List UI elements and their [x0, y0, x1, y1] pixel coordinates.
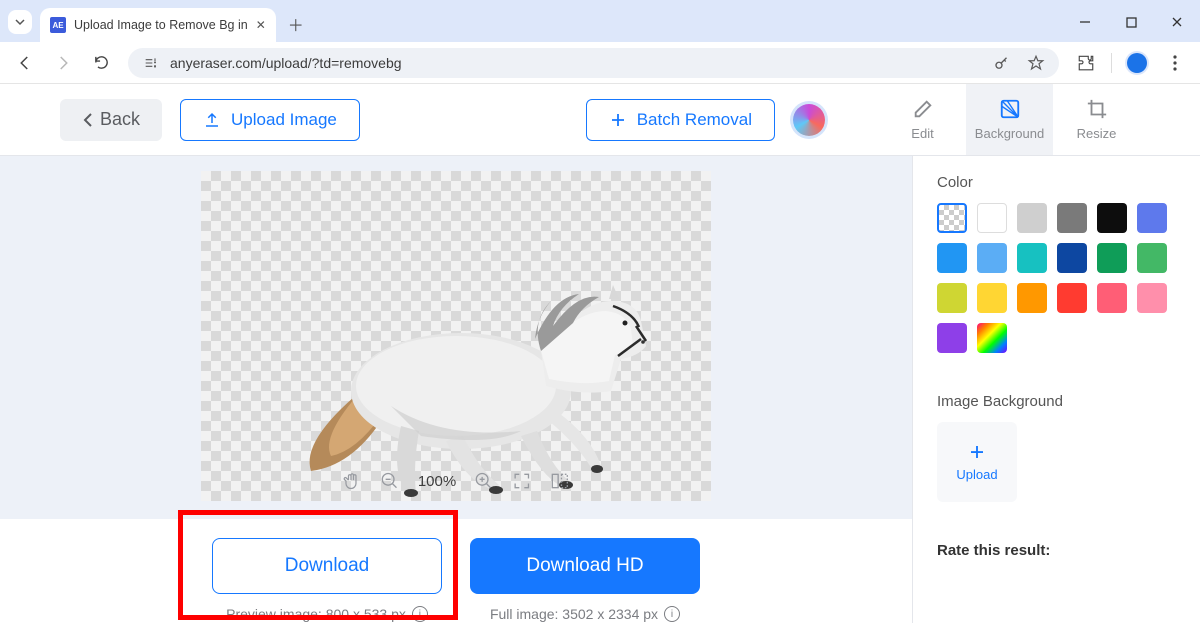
- zoom-out-button[interactable]: [380, 471, 400, 491]
- compare-button[interactable]: [550, 471, 570, 491]
- batch-label: Batch Removal: [637, 110, 752, 130]
- color-swatch[interactable]: [1017, 203, 1047, 233]
- color-swatch[interactable]: [1137, 283, 1167, 313]
- color-swatch[interactable]: [1137, 203, 1167, 233]
- rate-heading: Rate this result:: [937, 542, 1176, 559]
- arrow-right-icon: [54, 54, 72, 72]
- tab-search-button[interactable]: [0, 2, 40, 42]
- zoom-in-button[interactable]: [474, 471, 494, 491]
- canvas-toolbar: 100%: [342, 471, 570, 491]
- arrow-left-icon: [16, 54, 34, 72]
- chrome-menu-button[interactable]: [1158, 46, 1192, 80]
- color-swatch[interactable]: [1097, 203, 1127, 233]
- edit-icon: [912, 98, 934, 120]
- window-close-button[interactable]: [1154, 2, 1200, 42]
- crop-icon: [1086, 98, 1108, 120]
- tool-edit[interactable]: Edit: [879, 84, 966, 155]
- browser-tab-strip: AE Upload Image to Remove Bg in ✕ ＋: [0, 0, 1200, 42]
- download-hd-button[interactable]: Download HD: [470, 538, 700, 594]
- bookmark-icon[interactable]: [1027, 54, 1045, 72]
- color-swatch[interactable]: [1057, 283, 1087, 313]
- favicon: AE: [50, 17, 66, 33]
- chevron-down-icon: [14, 16, 26, 28]
- color-swatch[interactable]: [977, 323, 1007, 353]
- upload-icon: [203, 111, 221, 129]
- color-swatch[interactable]: [937, 243, 967, 273]
- window-maximize-button[interactable]: [1108, 2, 1154, 42]
- separator: [1111, 53, 1112, 73]
- download-bar: Download Preview image: 800 x 533 px i D…: [0, 520, 912, 623]
- nav-forward-button[interactable]: [46, 46, 80, 80]
- reload-icon: [93, 54, 110, 71]
- plus-icon: [968, 443, 986, 461]
- color-swatch[interactable]: [937, 283, 967, 313]
- result-image: [201, 201, 711, 501]
- tool-tabs: Edit Background Resize: [879, 84, 1140, 155]
- upload-label: Upload Image: [231, 110, 337, 130]
- color-swatch[interactable]: [977, 243, 1007, 273]
- reload-button[interactable]: [84, 46, 118, 80]
- batch-removal-button[interactable]: Batch Removal: [586, 99, 775, 141]
- full-dimensions: Full image: 3502 x 2334 px i: [490, 606, 680, 622]
- sidebar: Color Image Background Upload Rate this …: [912, 156, 1200, 623]
- back-label: Back: [100, 109, 140, 130]
- kebab-icon: [1173, 55, 1177, 71]
- extensions-button[interactable]: [1069, 46, 1103, 80]
- key-icon[interactable]: [993, 54, 1011, 72]
- color-swatch[interactable]: [1057, 203, 1087, 233]
- close-tab-icon[interactable]: ✕: [256, 18, 266, 32]
- color-swatch[interactable]: [937, 203, 967, 233]
- address-bar[interactable]: anyeraser.com/upload/?td=removebg: [128, 48, 1059, 78]
- color-swatch[interactable]: [937, 323, 967, 353]
- color-swatch[interactable]: [1137, 243, 1167, 273]
- fullscreen-button[interactable]: [512, 471, 532, 491]
- background-icon: [999, 98, 1021, 120]
- back-button[interactable]: Back: [60, 99, 162, 141]
- tool-background[interactable]: Background: [966, 84, 1053, 155]
- info-icon[interactable]: i: [412, 606, 428, 622]
- upload-image-button[interactable]: Upload Image: [180, 99, 360, 141]
- info-icon[interactable]: i: [664, 606, 680, 622]
- new-tab-button[interactable]: ＋: [282, 10, 310, 38]
- tool-resize[interactable]: Resize: [1053, 84, 1140, 155]
- minimize-icon: [1079, 16, 1091, 28]
- window-minimize-button[interactable]: [1062, 2, 1108, 42]
- app-header: Back Upload Image Batch Removal Edit Bac…: [0, 84, 1200, 156]
- color-swatch[interactable]: [1097, 283, 1127, 313]
- puzzle-icon: [1077, 54, 1095, 72]
- tab-title: Upload Image to Remove Bg in: [74, 18, 248, 32]
- color-swatch[interactable]: [1017, 283, 1047, 313]
- close-icon: [1171, 16, 1183, 28]
- color-swatch[interactable]: [1057, 243, 1087, 273]
- color-swatch[interactable]: [1017, 243, 1047, 273]
- maximize-icon: [1126, 17, 1137, 28]
- user-avatar[interactable]: [793, 104, 825, 136]
- chevron-left-icon: [82, 113, 94, 127]
- pan-tool[interactable]: [342, 471, 362, 491]
- download-button[interactable]: Download: [212, 538, 442, 594]
- color-swatch[interactable]: [977, 203, 1007, 233]
- color-swatch[interactable]: [1097, 243, 1127, 273]
- image-background-heading: Image Background: [937, 393, 1176, 410]
- image-canvas[interactable]: 100%: [201, 171, 711, 501]
- profile-button[interactable]: [1120, 46, 1154, 80]
- upload-background-button[interactable]: Upload: [937, 422, 1017, 502]
- browser-toolbar: anyeraser.com/upload/?td=removebg: [0, 42, 1200, 84]
- color-swatches: [937, 203, 1176, 353]
- plus-icon: [609, 111, 627, 129]
- url-text: anyeraser.com/upload/?td=removebg: [170, 55, 977, 71]
- color-swatch[interactable]: [977, 283, 1007, 313]
- preview-dimensions: Preview image: 800 x 533 px i: [226, 606, 428, 622]
- site-settings-icon[interactable]: [142, 54, 160, 72]
- zoom-value: 100%: [418, 473, 456, 490]
- color-heading: Color: [937, 174, 1176, 191]
- browser-tab[interactable]: AE Upload Image to Remove Bg in ✕: [40, 8, 276, 42]
- nav-back-button[interactable]: [8, 46, 42, 80]
- avatar-icon: [1127, 53, 1147, 73]
